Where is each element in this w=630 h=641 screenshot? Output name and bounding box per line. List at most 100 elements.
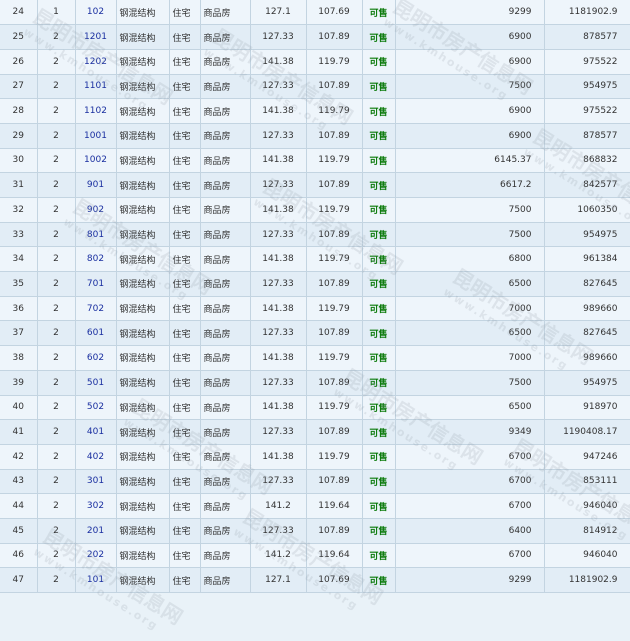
unit-number: 2 [37, 49, 76, 75]
row-index: 27 [0, 74, 38, 100]
room-number-link[interactable]: 202 [75, 543, 117, 569]
usage-cell: 住宅 [169, 444, 201, 470]
status-badge: 可售 [362, 320, 396, 347]
structure-cell: 钢混结构 [116, 172, 170, 198]
status-badge: 可售 [362, 49, 396, 75]
room-number-link[interactable]: 1201 [75, 24, 117, 50]
room-number-link[interactable]: 801 [75, 222, 117, 248]
build-area-cell: 141.38 [250, 246, 307, 273]
unit-number: 2 [37, 98, 76, 124]
structure-cell: 钢混结构 [116, 98, 170, 124]
structure-cell: 钢混结构 [116, 222, 170, 248]
status-badge: 可售 [362, 123, 396, 149]
room-number-link[interactable]: 101 [75, 567, 117, 593]
structure-cell: 钢混结构 [116, 493, 170, 519]
status-badge: 可售 [362, 148, 396, 174]
status-badge: 可售 [362, 345, 396, 371]
unit-number: 2 [37, 320, 76, 347]
unit-number: 2 [37, 222, 76, 248]
usage-cell: 住宅 [169, 24, 201, 50]
room-number-link[interactable]: 701 [75, 271, 117, 297]
build-area-cell: 141.38 [250, 395, 307, 421]
table-row: 30 2 1002 钢混结构 住宅 商品房 141.38 119.79 可售 6145.37 868… [0, 148, 630, 174]
room-number-link[interactable]: 901 [75, 172, 117, 198]
room-number-link[interactable]: 501 [75, 370, 117, 396]
unit-number: 2 [37, 123, 76, 149]
total-price-cell: 842577 [544, 172, 630, 198]
nature-cell: 商品房 [200, 74, 251, 100]
room-number-link[interactable]: 1002 [75, 148, 117, 174]
room-number-link[interactable]: 802 [75, 246, 117, 273]
inner-area-cell: 119.79 [306, 296, 363, 322]
row-index: 33 [0, 222, 38, 248]
row-index: 41 [0, 419, 38, 445]
room-number-link[interactable]: 402 [75, 444, 117, 470]
build-area-cell: 127.33 [250, 74, 307, 100]
room-number-link[interactable]: 602 [75, 345, 117, 371]
row-index: 47 [0, 567, 38, 593]
table-row: 44 2 302 钢混结构 住宅 商品房 141.2 119.64 可售 6700 946040 [0, 493, 630, 519]
total-price-cell: 1181902.9 [544, 0, 630, 26]
nature-cell: 商品房 [200, 197, 251, 223]
unit-price-cell: 6700 [395, 543, 545, 569]
build-area-cell: 141.2 [250, 493, 307, 519]
unit-number: 2 [37, 345, 76, 371]
room-number-link[interactable]: 702 [75, 296, 117, 322]
unit-number: 2 [37, 271, 76, 297]
row-index: 36 [0, 296, 38, 322]
usage-cell: 住宅 [169, 320, 201, 347]
unit-number: 2 [37, 543, 76, 569]
room-number-link[interactable]: 1101 [75, 74, 117, 100]
unit-number: 1 [37, 0, 76, 26]
unit-number: 2 [37, 296, 76, 322]
usage-cell: 住宅 [169, 246, 201, 273]
unit-number: 2 [37, 148, 76, 174]
table-row: 25 2 1201 钢混结构 住宅 商品房 127.33 107.89 可售 6900 878577 [0, 24, 630, 50]
total-price-cell: 947246 [544, 444, 630, 470]
usage-cell: 住宅 [169, 370, 201, 396]
room-number-link[interactable]: 301 [75, 469, 117, 495]
room-number-link[interactable]: 1202 [75, 49, 117, 75]
row-index: 24 [0, 0, 38, 26]
inner-area-cell: 119.64 [306, 493, 363, 519]
structure-cell: 钢混结构 [116, 296, 170, 322]
inner-area-cell: 107.89 [306, 172, 363, 198]
room-number-link[interactable]: 102 [75, 0, 117, 26]
nature-cell: 商品房 [200, 271, 251, 297]
total-price-cell: 954975 [544, 370, 630, 396]
structure-cell: 钢混结构 [116, 469, 170, 495]
room-number-link[interactable]: 601 [75, 320, 117, 347]
structure-cell: 钢混结构 [116, 567, 170, 593]
room-number-link[interactable]: 401 [75, 419, 117, 445]
room-number-link[interactable]: 1102 [75, 98, 117, 124]
status-badge: 可售 [362, 518, 396, 544]
status-badge: 可售 [362, 370, 396, 396]
usage-cell: 住宅 [169, 197, 201, 223]
nature-cell: 商品房 [200, 296, 251, 322]
total-price-cell: 975522 [544, 49, 630, 75]
room-number-link[interactable]: 201 [75, 518, 117, 544]
nature-cell: 商品房 [200, 320, 251, 347]
inner-area-cell: 107.89 [306, 123, 363, 149]
room-number-link[interactable]: 902 [75, 197, 117, 223]
room-number-link[interactable]: 302 [75, 493, 117, 519]
structure-cell: 钢混结构 [116, 543, 170, 569]
unit-price-cell: 9299 [395, 567, 545, 593]
structure-cell: 钢混结构 [116, 518, 170, 544]
room-number-link[interactable]: 1001 [75, 123, 117, 149]
build-area-cell: 141.2 [250, 543, 307, 569]
build-area-cell: 127.33 [250, 123, 307, 149]
status-badge: 可售 [362, 74, 396, 100]
usage-cell: 住宅 [169, 49, 201, 75]
build-area-cell: 141.38 [250, 444, 307, 470]
status-badge: 可售 [362, 197, 396, 223]
build-area-cell: 127.33 [250, 370, 307, 396]
build-area-cell: 141.38 [250, 296, 307, 322]
usage-cell: 住宅 [169, 543, 201, 569]
inner-area-cell: 107.89 [306, 518, 363, 544]
room-number-link[interactable]: 502 [75, 395, 117, 421]
nature-cell: 商品房 [200, 419, 251, 445]
table-row: 43 2 301 钢混结构 住宅 商品房 127.33 107.89 可售 6700 853111 [0, 469, 630, 495]
status-badge: 可售 [362, 419, 396, 445]
unit-number: 2 [37, 172, 76, 198]
